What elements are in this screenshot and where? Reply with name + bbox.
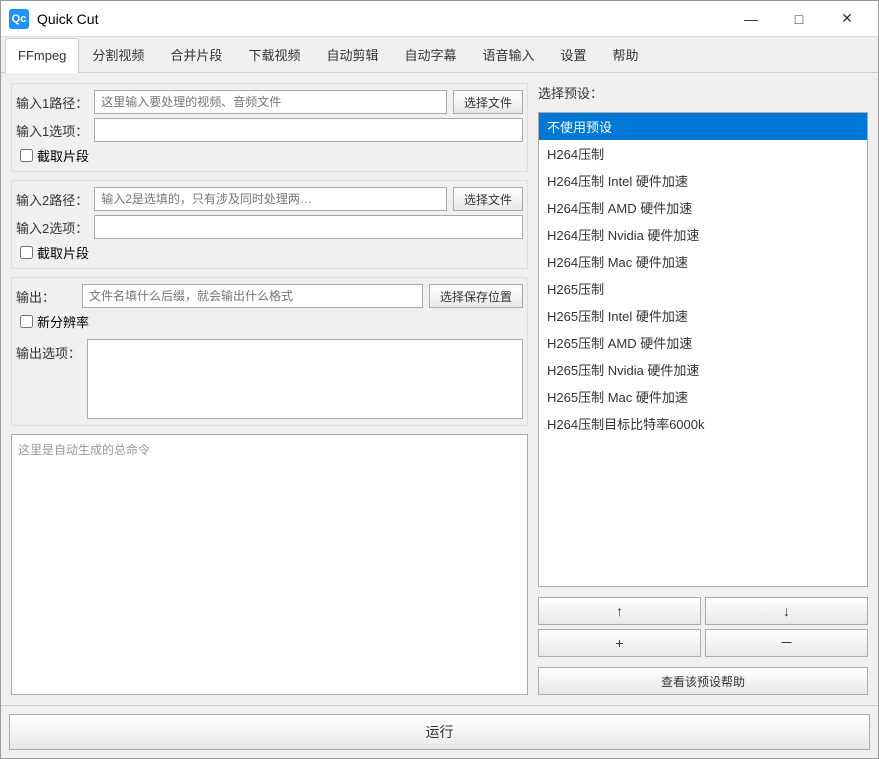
output-resolution-checkbox[interactable] bbox=[20, 315, 33, 328]
preset-item-4[interactable]: H264压制 Nvidia 硬件加速 bbox=[539, 221, 867, 248]
preset-item-9[interactable]: H265压制 Nvidia 硬件加速 bbox=[539, 356, 867, 383]
preset-up-button[interactable]: ↑ bbox=[538, 597, 701, 625]
right-panel: 选择预设： 不使用预设 H264压制 H264压制 Intel 硬件加速 H26… bbox=[538, 83, 868, 695]
preset-item-6[interactable]: H265压制 bbox=[539, 275, 867, 302]
preset-item-11[interactable]: H264压制目标比特率6000k bbox=[539, 410, 867, 437]
left-panel: 输入1路径： 选择文件 输入1选项： 截取片段 输入2路径： bbox=[11, 83, 528, 695]
input1-group: 输入1路径： 选择文件 输入1选项： 截取片段 bbox=[11, 83, 528, 172]
title-bar: Qc Quick Cut — □ ✕ bbox=[1, 1, 878, 37]
input2-clip-label: 截取片段 bbox=[37, 243, 89, 262]
output-resolution-label: 新分辨率 bbox=[37, 312, 89, 331]
preset-item-3[interactable]: H264压制 AMD 硬件加速 bbox=[539, 194, 867, 221]
input1-file-button[interactable]: 选择文件 bbox=[453, 90, 523, 114]
tab-download-video[interactable]: 下载视频 bbox=[235, 37, 313, 72]
output-path-field[interactable] bbox=[82, 284, 423, 308]
close-button[interactable]: ✕ bbox=[824, 1, 870, 37]
preset-list[interactable]: 不使用预设 H264压制 H264压制 Intel 硬件加速 H264压制 AM… bbox=[538, 112, 868, 587]
tab-ffmpeg[interactable]: FFmpeg bbox=[5, 38, 79, 73]
menu-bar: FFmpeg 分割视频 合并片段 下载视频 自动剪辑 自动字幕 语音输入 设置 … bbox=[1, 37, 878, 73]
output-options-label: 输出选项： bbox=[16, 339, 81, 362]
input1-clip-label: 截取片段 bbox=[37, 146, 89, 165]
preset-help-button[interactable]: 查看该预设帮助 bbox=[538, 667, 868, 695]
input2-path-label: 输入2路径： bbox=[16, 190, 88, 209]
preset-item-7[interactable]: H265压制 Intel 硬件加速 bbox=[539, 302, 867, 329]
preset-item-0[interactable]: 不使用预设 bbox=[539, 113, 867, 140]
output-save-button[interactable]: 选择保存位置 bbox=[429, 284, 523, 308]
tab-split-video[interactable]: 分割视频 bbox=[79, 37, 157, 72]
input1-options-row: 输入1选项： bbox=[16, 118, 523, 142]
input2-clip-row: 截取片段 bbox=[16, 243, 523, 262]
input2-file-button[interactable]: 选择文件 bbox=[453, 187, 523, 211]
preset-remove-button[interactable]: － bbox=[705, 629, 868, 657]
input2-clip-checkbox[interactable] bbox=[20, 246, 33, 259]
preset-item-2[interactable]: H264压制 Intel 硬件加速 bbox=[539, 167, 867, 194]
input2-options-row: 输入2选项： bbox=[16, 215, 523, 239]
window-controls: — □ ✕ bbox=[728, 1, 870, 37]
preset-label: 选择预设： bbox=[538, 83, 868, 102]
tab-settings[interactable]: 设置 bbox=[548, 37, 600, 72]
app-window: Qc Quick Cut — □ ✕ FFmpeg 分割视频 合并片段 下载视频… bbox=[0, 0, 879, 759]
output-resolution-row: 新分辨率 bbox=[16, 312, 523, 331]
input1-clip-row: 截取片段 bbox=[16, 146, 523, 165]
preset-item-8[interactable]: H265压制 AMD 硬件加速 bbox=[539, 329, 867, 356]
input1-options-field[interactable] bbox=[94, 118, 523, 142]
preset-move-buttons: ↑ ↓ + － bbox=[538, 597, 868, 657]
preset-item-10[interactable]: H265压制 Mac 硬件加速 bbox=[539, 383, 867, 410]
output-label: 输出： bbox=[16, 287, 76, 306]
input2-path-field[interactable] bbox=[94, 187, 447, 211]
output-group: 输出： 选择保存位置 新分辨率 输出选项： bbox=[11, 277, 528, 426]
command-placeholder: 这里是自动生成的总命令 bbox=[18, 443, 150, 457]
run-button[interactable]: 运行 bbox=[9, 714, 870, 750]
input1-path-label: 输入1路径： bbox=[16, 93, 88, 112]
command-area: 这里是自动生成的总命令 bbox=[11, 434, 528, 695]
app-icon: Qc bbox=[9, 9, 29, 29]
output-options-area: 输出选项： bbox=[16, 339, 523, 419]
window-title: Quick Cut bbox=[37, 11, 728, 27]
main-content: 输入1路径： 选择文件 输入1选项： 截取片段 输入2路径： bbox=[1, 73, 878, 705]
tab-voice-input[interactable]: 语音输入 bbox=[469, 37, 547, 72]
input1-options-label: 输入1选项： bbox=[16, 121, 88, 140]
maximize-button[interactable]: □ bbox=[776, 1, 822, 37]
input2-options-label: 输入2选项： bbox=[16, 218, 88, 237]
preset-item-1[interactable]: H264压制 bbox=[539, 140, 867, 167]
output-options-field[interactable] bbox=[87, 339, 523, 419]
run-bar: 运行 bbox=[1, 705, 878, 758]
input2-path-row: 输入2路径： 选择文件 bbox=[16, 187, 523, 211]
tab-auto-cut[interactable]: 自动剪辑 bbox=[313, 37, 391, 72]
output-path-row: 输出： 选择保存位置 bbox=[16, 284, 523, 308]
preset-item-5[interactable]: H264压制 Mac 硬件加速 bbox=[539, 248, 867, 275]
tab-merge-clips[interactable]: 合并片段 bbox=[157, 37, 235, 72]
tab-auto-subtitle[interactable]: 自动字幕 bbox=[391, 37, 469, 72]
input1-clip-checkbox[interactable] bbox=[20, 149, 33, 162]
input1-path-row: 输入1路径： 选择文件 bbox=[16, 90, 523, 114]
input1-path-field[interactable] bbox=[94, 90, 447, 114]
preset-add-button[interactable]: + bbox=[538, 629, 701, 657]
input2-options-field[interactable] bbox=[94, 215, 523, 239]
input2-group: 输入2路径： 选择文件 输入2选项： 截取片段 bbox=[11, 180, 528, 269]
preset-down-button[interactable]: ↓ bbox=[705, 597, 868, 625]
tab-help[interactable]: 帮助 bbox=[600, 37, 652, 72]
minimize-button[interactable]: — bbox=[728, 1, 774, 37]
